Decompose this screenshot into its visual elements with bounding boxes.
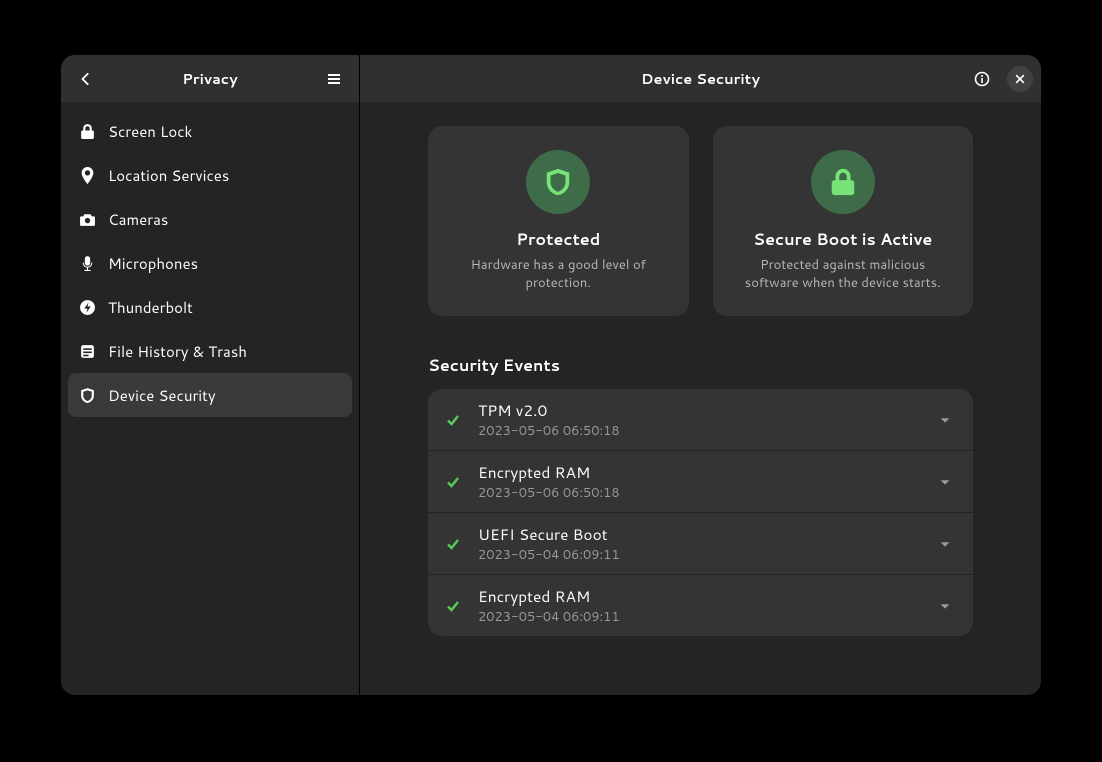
card-desc: Hardware has a good level of protection.: [448, 257, 669, 292]
card-protected: Protected Hardware has a good level of p…: [428, 126, 689, 316]
sidebar: Privacy Screen Lock Locatio: [61, 55, 360, 695]
sidebar-item-label: Device Security: [108, 385, 216, 406]
card-icon-circle: [526, 150, 590, 214]
shield-icon: [78, 386, 96, 404]
card-desc: Protected against malicious software whe…: [733, 257, 954, 292]
card-title: Secure Boot is Active: [733, 228, 954, 251]
shield-icon: [543, 167, 573, 197]
card-title: Protected: [448, 228, 669, 251]
status-cards: Protected Hardware has a good level of p…: [428, 126, 973, 316]
sidebar-title: Privacy: [182, 68, 237, 89]
lock-icon: [78, 122, 96, 140]
chevron-down-icon: [935, 472, 955, 492]
event-info: TPM v2.0 2023-05-06 06:50:18: [478, 399, 921, 440]
sidebar-item-microphones[interactable]: Microphones: [68, 241, 352, 285]
chevron-down-icon: [935, 534, 955, 554]
event-info: Encrypted RAM 2023-05-04 06:09:11: [478, 585, 921, 626]
page-title: Device Security: [641, 68, 760, 89]
event-timestamp: 2023-05-06 06:50:18: [478, 484, 921, 502]
close-icon: [1015, 74, 1025, 84]
close-button[interactable]: [1007, 66, 1033, 92]
location-icon: [78, 166, 96, 184]
sidebar-item-label: Thunderbolt: [108, 297, 193, 318]
hamburger-icon: [326, 71, 342, 87]
card-icon-circle: [811, 150, 875, 214]
main-header: Device Security: [360, 55, 1041, 102]
check-icon: [442, 595, 464, 617]
sidebar-item-label: Screen Lock: [108, 121, 192, 142]
sidebar-item-device-security[interactable]: Device Security: [68, 373, 352, 417]
check-icon: [442, 409, 464, 431]
events-list: TPM v2.0 2023-05-06 06:50:18 Encrypted R…: [428, 389, 973, 636]
event-timestamp: 2023-05-04 06:09:11: [478, 546, 921, 564]
sidebar-header: Privacy: [61, 55, 359, 102]
event-info: Encrypted RAM 2023-05-06 06:50:18: [478, 461, 921, 502]
sidebar-item-label: File History & Trash: [108, 341, 247, 362]
check-icon: [442, 533, 464, 555]
menu-button[interactable]: [317, 62, 351, 96]
sidebar-item-location-services[interactable]: Location Services: [68, 153, 352, 197]
file-history-icon: [78, 342, 96, 360]
chevron-down-icon: [935, 596, 955, 616]
event-timestamp: 2023-05-04 06:09:11: [478, 608, 921, 626]
event-title: TPM v2.0: [478, 399, 921, 421]
sidebar-item-label: Location Services: [108, 165, 229, 186]
sidebar-item-file-history-trash[interactable]: File History & Trash: [68, 329, 352, 373]
sidebar-item-label: Microphones: [108, 253, 198, 274]
main-panel: Device Security: [360, 55, 1041, 695]
event-row[interactable]: Encrypted RAM 2023-05-04 06:09:11: [428, 574, 973, 636]
main-body: Protected Hardware has a good level of p…: [360, 102, 1041, 695]
header-actions: [965, 55, 1033, 102]
event-title: Encrypted RAM: [478, 585, 921, 607]
info-button[interactable]: [965, 62, 999, 96]
event-info: UEFI Secure Boot 2023-05-04 06:09:11: [478, 523, 921, 564]
event-row[interactable]: Encrypted RAM 2023-05-06 06:50:18: [428, 450, 973, 512]
chevron-left-icon: [79, 72, 93, 86]
settings-window: Privacy Screen Lock Locatio: [61, 55, 1041, 695]
sidebar-item-screen-lock[interactable]: Screen Lock: [68, 109, 352, 153]
sidebar-list: Screen Lock Location Services Cameras Mi…: [61, 102, 359, 424]
back-button[interactable]: [69, 62, 103, 96]
event-title: UEFI Secure Boot: [478, 523, 921, 545]
microphone-icon: [78, 254, 96, 272]
check-icon: [442, 471, 464, 493]
event-timestamp: 2023-05-06 06:50:18: [478, 422, 921, 440]
events-section-title: Security Events: [428, 354, 973, 377]
info-icon: [974, 71, 990, 87]
sidebar-item-cameras[interactable]: Cameras: [68, 197, 352, 241]
chevron-down-icon: [935, 410, 955, 430]
sidebar-item-thunderbolt[interactable]: Thunderbolt: [68, 285, 352, 329]
camera-icon: [78, 210, 96, 228]
event-row[interactable]: TPM v2.0 2023-05-06 06:50:18: [428, 389, 973, 450]
event-row[interactable]: UEFI Secure Boot 2023-05-04 06:09:11: [428, 512, 973, 574]
thunderbolt-icon: [78, 298, 96, 316]
card-secure-boot: Secure Boot is Active Protected against …: [713, 126, 974, 316]
sidebar-item-label: Cameras: [108, 209, 168, 230]
lock-icon: [828, 167, 858, 197]
event-title: Encrypted RAM: [478, 461, 921, 483]
